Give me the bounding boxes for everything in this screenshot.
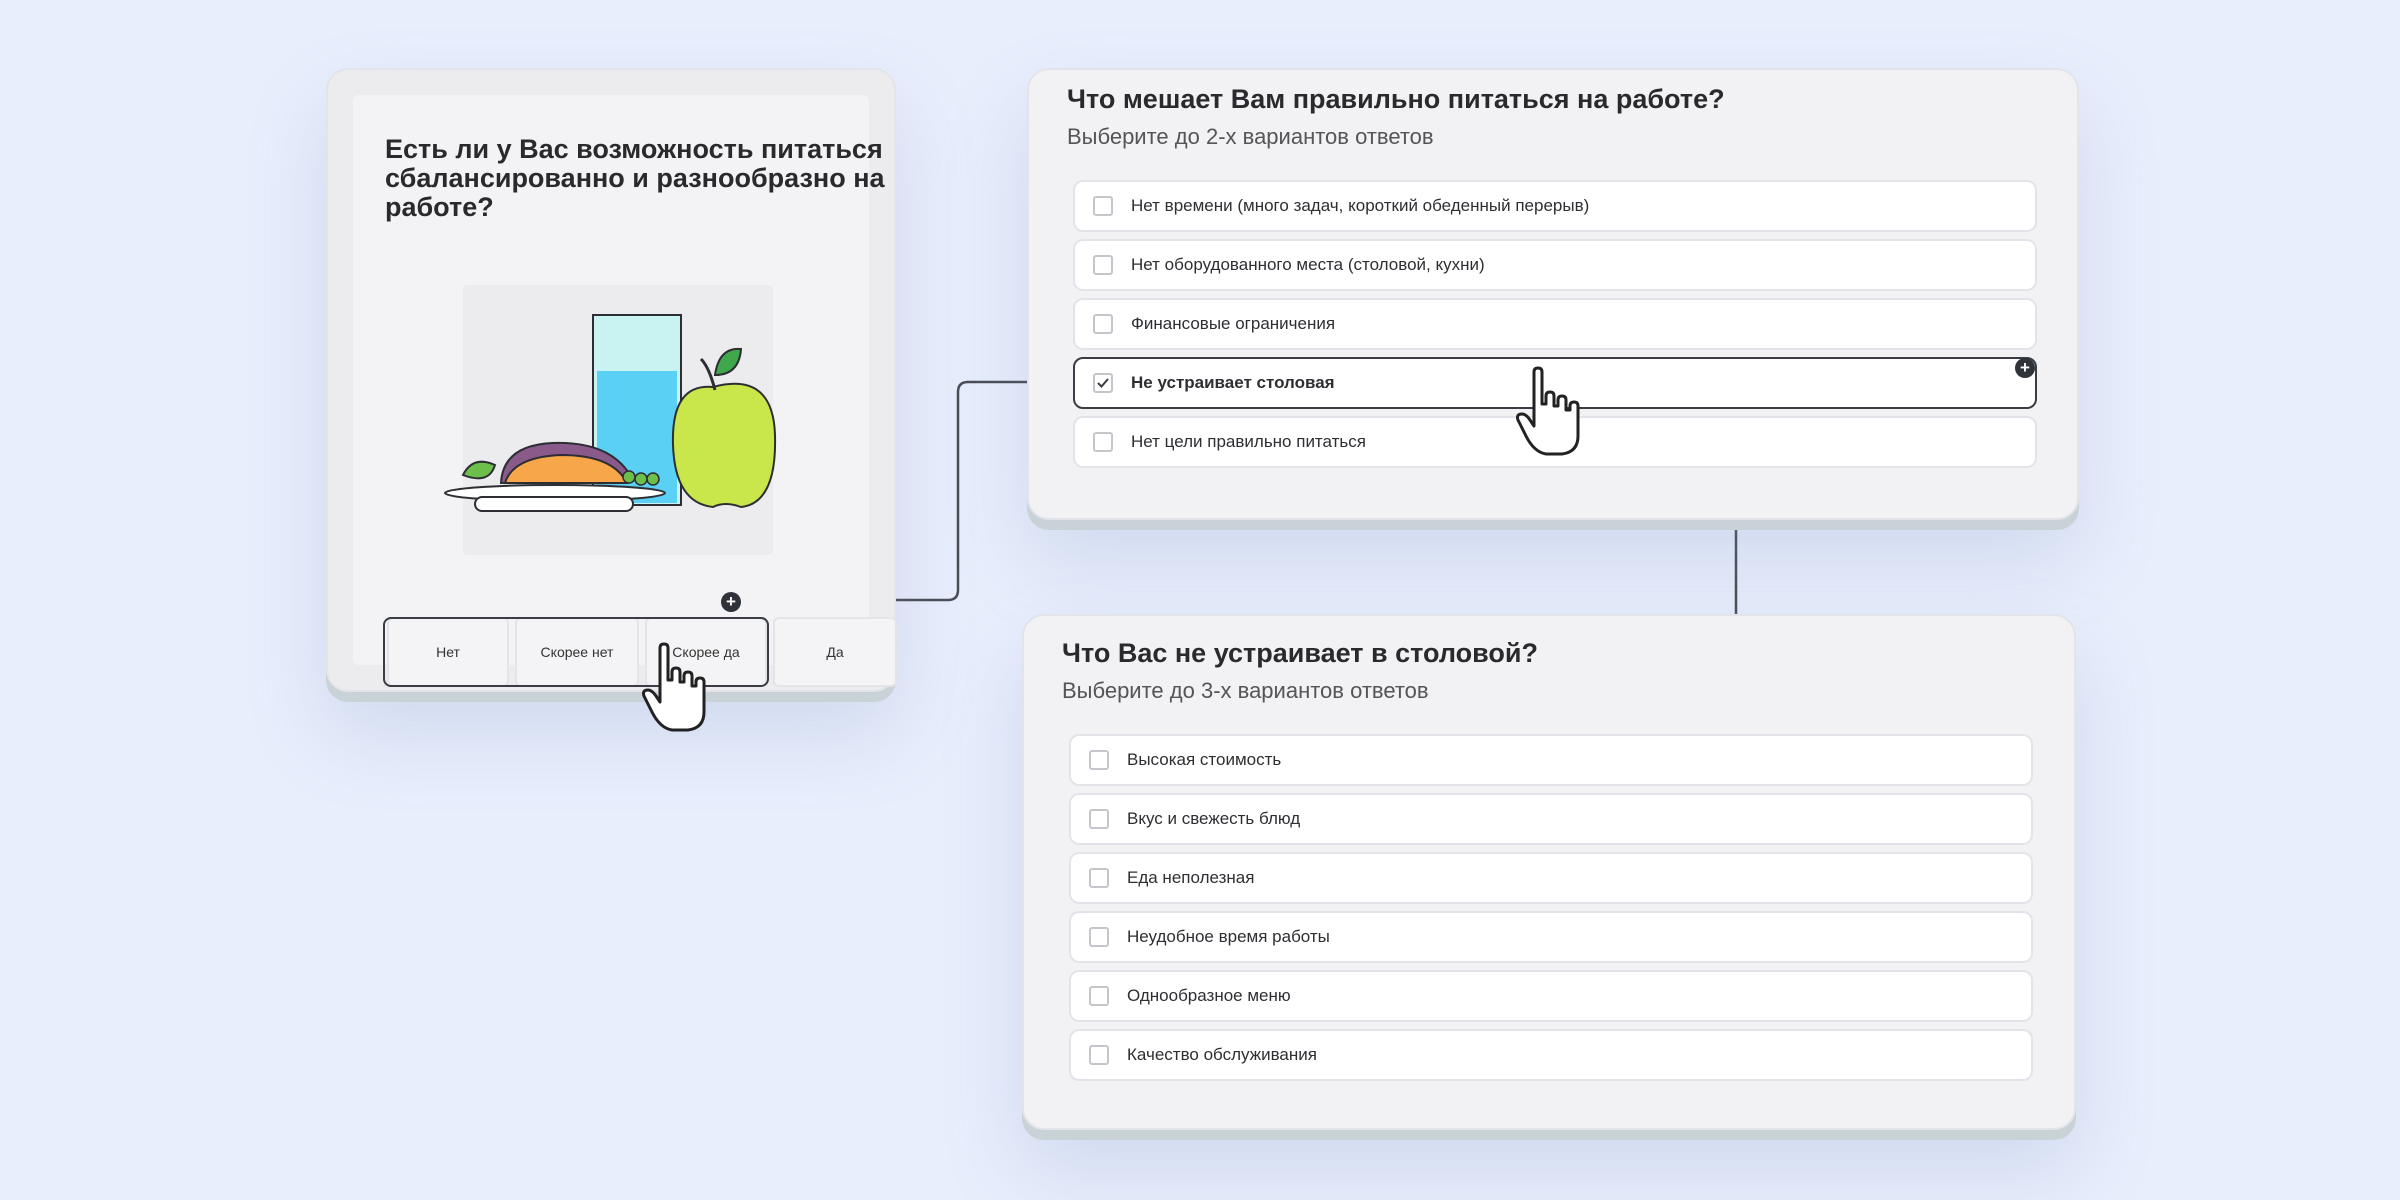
checkbox[interactable] — [1089, 750, 1109, 770]
option-taste[interactable]: Вкус и свежесть блюд — [1069, 793, 2033, 845]
checkbox[interactable] — [1089, 1045, 1109, 1065]
option-financial[interactable]: Финансовые ограничения — [1073, 298, 2037, 350]
question-card-canteen-issues: Что Вас не устраивает в столовой? Выбери… — [1022, 614, 2076, 1130]
option-no-place[interactable]: Нет оборудованного места (столовой, кухн… — [1073, 239, 2037, 291]
question-card-balanced-nutrition: Есть ли у Вас возможность питаться сбала… — [326, 68, 897, 692]
option-monotonous-menu[interactable]: Однообразное меню — [1069, 970, 2033, 1022]
hand-pointer-icon — [1516, 366, 1580, 456]
checkbox[interactable] — [1093, 432, 1113, 452]
option-label: Финансовые ограничения — [1131, 314, 1336, 333]
checkbox[interactable] — [1089, 927, 1109, 947]
option-label: Вкус и свежесть блюд — [1127, 809, 1301, 828]
question-title: Есть ли у Вас возможность питаться сбала… — [385, 134, 885, 222]
option-high-price[interactable]: Высокая стоимость — [1069, 734, 2033, 786]
option-label: Неудобное время работы — [1127, 927, 1330, 946]
scale-option-rather-no[interactable]: Скорее нет — [515, 617, 639, 687]
option-label: Однообразное меню — [1127, 986, 1291, 1005]
food-illustration — [444, 285, 777, 555]
question-hint: Выберите до 2-х вариантов ответов — [1067, 124, 1434, 149]
checkbox[interactable] — [1093, 314, 1113, 334]
scale-option-no[interactable]: Нет — [387, 617, 509, 687]
option-no-time[interactable]: Нет времени (много задач, короткий обеде… — [1073, 180, 2037, 232]
question-card-inner: Есть ли у Вас возможность питаться сбала… — [353, 95, 897, 687]
option-label: Нет оборудованного места (столовой, кухн… — [1131, 255, 1485, 274]
option-label: Нет времени (много задач, короткий обеде… — [1131, 196, 1590, 215]
checkbox[interactable] — [1089, 809, 1109, 829]
checkmark-icon — [1097, 378, 1109, 388]
checkbox[interactable] — [1093, 196, 1113, 216]
question-title: Что Вас не устраивает в столовой? — [1062, 638, 1538, 668]
checkbox[interactable] — [1089, 986, 1109, 1006]
option-label: Не устраивает столовая — [1131, 373, 1335, 392]
option-unhealthy[interactable]: Еда неполезная — [1069, 852, 2033, 904]
option-label: Высокая стоимость — [1127, 750, 1282, 769]
scale-option-yes[interactable]: Да — [773, 617, 897, 687]
option-label: Нет цели правильно питаться — [1131, 432, 1366, 451]
question-title: Что мешает Вам правильно питаться на раб… — [1067, 84, 1725, 114]
hand-pointer-icon — [642, 642, 706, 732]
option-label: Еда неполезная — [1127, 868, 1255, 887]
question-hint: Выберите до 3-х вариантов ответов — [1062, 678, 1429, 703]
plus-icon[interactable]: + — [721, 592, 741, 612]
option-hours[interactable]: Неудобное время работы — [1069, 911, 2033, 963]
likert-scale: Нет Скорее нет Скорее да Да — [383, 617, 899, 687]
checkbox[interactable] — [1093, 255, 1113, 275]
option-label: Качество обслуживания — [1127, 1045, 1317, 1064]
option-service[interactable]: Качество обслуживания — [1069, 1029, 2033, 1081]
checkbox[interactable] — [1089, 868, 1109, 888]
plus-icon[interactable]: + — [2015, 358, 2035, 378]
checkbox-checked[interactable] — [1093, 373, 1113, 393]
